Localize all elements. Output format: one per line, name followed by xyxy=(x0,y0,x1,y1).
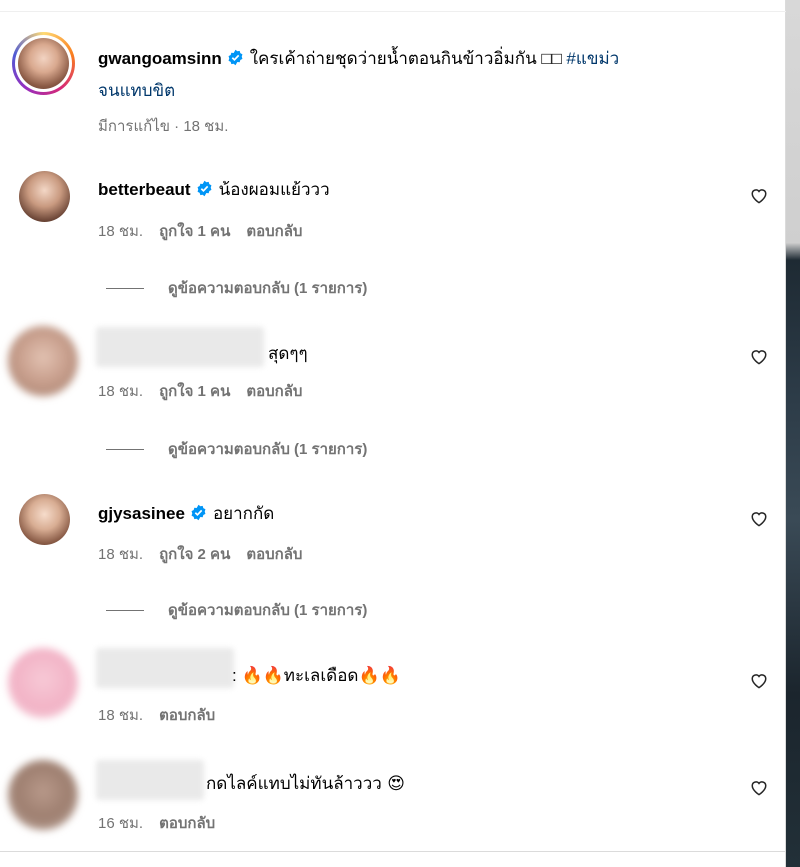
comment-item: กดไลค์แทบไม่ทันล้าววว 😍 xyxy=(206,770,405,797)
commenter-avatar[interactable] xyxy=(8,326,78,396)
bottom-divider xyxy=(0,851,786,852)
commenter-avatar[interactable] xyxy=(19,171,70,222)
verified-badge-icon xyxy=(191,504,206,521)
reply-button[interactable]: ตอบกลับ xyxy=(246,546,302,563)
comment-text: อยากกัด xyxy=(212,504,275,523)
comment-time: 18 ชม. xyxy=(98,383,144,400)
reply-button[interactable]: ตอบกลับ xyxy=(159,815,215,832)
post-caption-text: ใครเค้าถ่ายชุดว่ายน้ำตอนกินข้าวอิ่มกัน □… xyxy=(249,49,562,68)
post-caption: gwangoamsinn ใครเค้าถ่ายชุดว่ายน้ำตอนกินข… xyxy=(98,43,758,107)
hashtag-link-continued[interactable]: จนแทบขิต xyxy=(98,81,175,100)
view-replies-button[interactable]: ดูข้อความตอบกลับ (1 รายการ) xyxy=(106,276,367,300)
comment-time: 18 ชม. xyxy=(98,707,144,724)
heart-outline-icon[interactable] xyxy=(750,510,768,527)
comment-time: 16 ชม. xyxy=(98,815,144,832)
post-author-username[interactable]: gwangoamsinn xyxy=(98,49,222,68)
comment-username-blurred[interactable] xyxy=(96,760,204,800)
comment-username[interactable]: gjysasinee xyxy=(98,504,185,523)
comment-time: 18 ชม. xyxy=(98,546,144,563)
comment-username-blurred[interactable] xyxy=(96,327,264,367)
comment-username[interactable]: betterbeaut xyxy=(98,180,191,199)
comment-item: betterbeaut น้องผอมแย้ววว xyxy=(98,176,330,203)
comment-meta: 18 ชม. ถูกใจ 1 คน ตอบกลับ xyxy=(98,379,318,403)
comment-text: น้องผอมแย้ววว xyxy=(218,180,330,199)
replies-divider xyxy=(106,287,144,289)
post-edited-time: มีการแก้ไข · 18 ชม. xyxy=(98,118,229,135)
reply-button[interactable]: ตอบกลับ xyxy=(159,707,215,724)
view-replies-button[interactable]: ดูข้อความตอบกลับ (1 รายการ) xyxy=(106,437,367,461)
reply-button[interactable]: ตอบกลับ xyxy=(246,223,302,240)
comment-meta: 18 ชม. ถูกใจ 2 คน ตอบกลับ xyxy=(98,542,318,566)
hashtag-link[interactable]: #แขม่ว xyxy=(566,49,619,68)
comment-text: 🔥🔥ทะเลเดือด🔥🔥 xyxy=(241,666,401,686)
comment-item: gjysasinee อยากกัด xyxy=(98,500,274,527)
comment-text: กดไลค์แทบไม่ทันล้าววว 😍 xyxy=(206,774,405,794)
view-replies-label: ดูข้อความตอบกลับ (1 รายการ) xyxy=(168,441,368,458)
comment-likes-count[interactable]: ถูกใจ 2 คน xyxy=(159,546,230,563)
commenter-avatar[interactable] xyxy=(19,494,70,545)
comment-item: สุดๆๆ xyxy=(268,340,308,367)
post-author-avatar[interactable] xyxy=(12,32,75,95)
comment-likes-count[interactable]: ถูกใจ 1 คน xyxy=(159,223,230,240)
comment-username-blurred[interactable] xyxy=(96,648,234,688)
comment-item: : 🔥🔥ทะเลเดือด🔥🔥 xyxy=(232,662,401,689)
comment-meta: 18 ชม. ตอบกลับ xyxy=(98,703,231,727)
heart-outline-icon[interactable] xyxy=(750,187,768,204)
heart-outline-icon[interactable] xyxy=(750,672,768,689)
commenter-avatar[interactable] xyxy=(8,648,78,718)
comment-time: 18 ชม. xyxy=(98,223,144,240)
comment-likes-count[interactable]: ถูกใจ 1 คน xyxy=(159,383,230,400)
reply-button[interactable]: ตอบกลับ xyxy=(246,383,302,400)
view-replies-button[interactable]: ดูข้อความตอบกลับ (1 รายการ) xyxy=(106,598,367,622)
comments-panel: gwangoamsinn ใครเค้าถ่ายชุดว่ายน้ำตอนกินข… xyxy=(0,0,786,867)
verified-badge-icon xyxy=(197,180,212,197)
heart-outline-icon[interactable] xyxy=(750,348,768,365)
replies-divider xyxy=(106,609,144,611)
post-meta: มีการแก้ไข · 18 ชม. xyxy=(98,114,244,138)
comment-meta: 18 ชม. ถูกใจ 1 คน ตอบกลับ xyxy=(98,219,318,243)
verified-badge-icon xyxy=(228,49,243,66)
commenter-avatar[interactable] xyxy=(8,760,78,830)
top-divider xyxy=(0,11,786,12)
view-replies-label: ดูข้อความตอบกลับ (1 รายการ) xyxy=(168,280,368,297)
comment-text: สุดๆๆ xyxy=(268,344,308,363)
heart-outline-icon[interactable] xyxy=(750,779,768,796)
view-replies-label: ดูข้อความตอบกลับ (1 รายการ) xyxy=(168,602,368,619)
replies-divider xyxy=(106,448,144,450)
background-photo-edge xyxy=(786,0,800,867)
comment-meta: 16 ชม. ตอบกลับ xyxy=(98,811,231,835)
